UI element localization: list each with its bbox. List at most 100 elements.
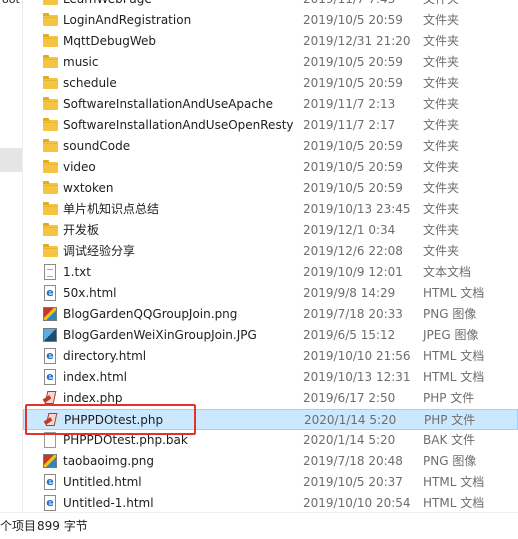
folder-icon xyxy=(43,223,58,236)
folder-icon xyxy=(43,160,58,173)
file-row[interactable]: video 2019/10/5 20:59 文件夹 xyxy=(23,157,518,178)
file-name: Untitled.html xyxy=(63,475,142,489)
file-date-modified: 2019/10/9 12:01 xyxy=(303,265,403,279)
status-bar: 个项目 899 字节 xyxy=(0,512,518,539)
file-type: 文本文档 xyxy=(423,265,472,279)
file-name: index.html xyxy=(63,370,127,384)
file-name: 50x.html xyxy=(63,286,117,300)
file-type: 文件夹 xyxy=(423,97,460,111)
file-row[interactable]: 50x.html 2019/9/8 14:29 HTML 文档 xyxy=(23,283,518,304)
file-type: JPEG 图像 xyxy=(423,328,479,342)
file-row[interactable]: LearnWebPage 2019/11/7 7:43 文件夹 xyxy=(23,0,518,10)
file-date-modified: 2020/1/14 5:20 xyxy=(303,433,396,447)
html-file-icon xyxy=(44,369,56,385)
file-type: PNG 图像 xyxy=(423,307,477,321)
folder-icon xyxy=(43,202,58,215)
file-row[interactable]: BlogGardenQQGroupJoin.png 2019/7/18 20:33… xyxy=(23,304,518,325)
folder-icon xyxy=(43,97,58,110)
file-row[interactable]: taobaoimg.png 2019/7/18 20:48 PNG 图像 xyxy=(23,451,518,472)
file-name: video xyxy=(63,160,96,174)
navigation-pane[interactable]: oot xyxy=(0,0,22,512)
file-row[interactable]: Untitled-1.html 2019/10/10 20:54 HTML 文档 xyxy=(23,493,518,514)
file-date-modified: 2019/10/5 20:59 xyxy=(303,76,403,90)
folder-icon xyxy=(43,0,58,5)
file-name: wxtoken xyxy=(63,181,114,195)
file-date-modified: 2019/10/5 20:59 xyxy=(303,139,403,153)
file-type: HTML 文档 xyxy=(423,286,485,300)
file-name: SoftwareInstallationAndUseApache xyxy=(63,97,273,111)
file-type: 文件夹 xyxy=(423,118,460,132)
file-name: 1.txt xyxy=(63,265,91,279)
file-row[interactable]: directory.html 2019/10/10 21:56 HTML 文档 xyxy=(23,346,518,367)
file-row[interactable]: soundCode 2019/10/5 20:59 文件夹 xyxy=(23,136,518,157)
nav-item-label[interactable]: oot xyxy=(2,0,20,6)
image-file-icon xyxy=(43,454,57,468)
folder-icon xyxy=(43,55,58,68)
file-name: LearnWebPage xyxy=(63,0,152,10)
file-row[interactable]: music 2019/10/5 20:59 文件夹 xyxy=(23,52,518,73)
file-row[interactable]: MqttDebugWeb 2019/12/31 21:20 文件夹 xyxy=(23,31,518,52)
file-type: HTML 文档 xyxy=(423,370,485,384)
file-type: 文件夹 xyxy=(423,202,460,216)
file-type: 文件夹 xyxy=(423,13,460,27)
text-file-icon xyxy=(44,264,56,280)
file-name: soundCode xyxy=(63,139,131,153)
file-date-modified: 2019/10/13 23:45 xyxy=(303,202,411,216)
file-row[interactable]: BlogGardenWeiXinGroupJoin.JPG 2019/6/5 15… xyxy=(23,325,518,346)
file-name: 单片机知识点总结 xyxy=(63,202,160,216)
file-name: 调试经验分享 xyxy=(63,244,136,258)
html-file-icon xyxy=(44,285,56,301)
file-type: 文件夹 xyxy=(423,76,460,90)
file-date-modified: 2019/10/5 20:59 xyxy=(303,181,403,195)
file-date-modified: 2019/10/5 20:59 xyxy=(303,55,403,69)
file-row[interactable]: 1.txt 2019/10/9 12:01 文本文档 xyxy=(23,262,518,283)
file-date-modified: 2019/6/17 2:50 xyxy=(303,391,396,405)
html-file-icon xyxy=(44,348,56,364)
file-type: 文件夹 xyxy=(423,139,460,153)
file-date-modified: 2019/10/10 21:56 xyxy=(303,349,411,363)
image-file-icon xyxy=(43,307,57,321)
file-date-modified: 2019/10/10 20:54 xyxy=(303,496,411,510)
file-name: music xyxy=(63,55,99,69)
file-type: 文件夹 xyxy=(423,34,460,48)
file-type: PHP 文件 xyxy=(423,391,475,405)
file-date-modified: 2019/7/18 20:33 xyxy=(303,307,403,321)
selection-size: 899 字节 xyxy=(37,519,88,533)
file-date-modified: 2019/10/5 20:59 xyxy=(303,160,403,174)
file-date-modified: 2019/12/1 0:34 xyxy=(303,223,396,237)
folder-icon xyxy=(43,13,58,26)
file-type: BAK 文件 xyxy=(423,433,476,447)
folder-icon xyxy=(43,118,58,131)
file-name: Untitled-1.html xyxy=(63,496,154,510)
file-name: taobaoimg.png xyxy=(63,454,155,468)
file-row[interactable]: LoginAndRegistration 2019/10/5 20:59 文件夹 xyxy=(23,10,518,31)
file-date-modified: 2019/11/7 2:13 xyxy=(303,97,396,111)
file-row[interactable]: Untitled.html 2019/10/5 20:37 HTML 文档 xyxy=(23,472,518,493)
highlight-annotation xyxy=(25,404,196,435)
nav-selected-item[interactable] xyxy=(0,148,22,172)
folder-icon xyxy=(43,244,58,257)
file-row[interactable]: SoftwareInstallationAndUseApache 2019/11/… xyxy=(23,94,518,115)
file-row[interactable]: 调试经验分享 2019/12/6 22:08 文件夹 xyxy=(23,241,518,262)
file-name: BlogGardenWeiXinGroupJoin.JPG xyxy=(63,328,257,342)
file-row[interactable]: wxtoken 2019/10/5 20:59 文件夹 xyxy=(23,178,518,199)
file-row[interactable]: schedule 2019/10/5 20:59 文件夹 xyxy=(23,73,518,94)
file-name: directory.html xyxy=(63,349,147,363)
folder-icon xyxy=(43,181,58,194)
file-type: 文件夹 xyxy=(423,244,460,258)
file-date-modified: 2019/7/18 20:48 xyxy=(303,454,403,468)
file-date-modified: 2019/10/5 20:59 xyxy=(303,13,403,27)
folder-icon xyxy=(43,34,58,47)
file-type: 文件夹 xyxy=(423,0,459,10)
file-row[interactable]: index.html 2019/10/13 12:31 HTML 文档 xyxy=(23,367,518,388)
file-date-modified: 2019/6/5 15:12 xyxy=(303,328,396,342)
file-name: LoginAndRegistration xyxy=(63,13,192,27)
file-row[interactable]: 单片机知识点总结 2019/10/13 23:45 文件夹 xyxy=(23,199,518,220)
file-type: HTML 文档 xyxy=(423,475,485,489)
file-row[interactable]: SoftwareInstallationAndUseOpenResty 2019/… xyxy=(23,115,518,136)
file-date-modified: 2020/1/14 5:20 xyxy=(304,413,397,427)
file-name: schedule xyxy=(63,76,117,90)
file-row[interactable]: 开发板 2019/12/1 0:34 文件夹 xyxy=(23,220,518,241)
html-file-icon xyxy=(44,495,56,511)
file-type: HTML 文档 xyxy=(423,496,485,510)
